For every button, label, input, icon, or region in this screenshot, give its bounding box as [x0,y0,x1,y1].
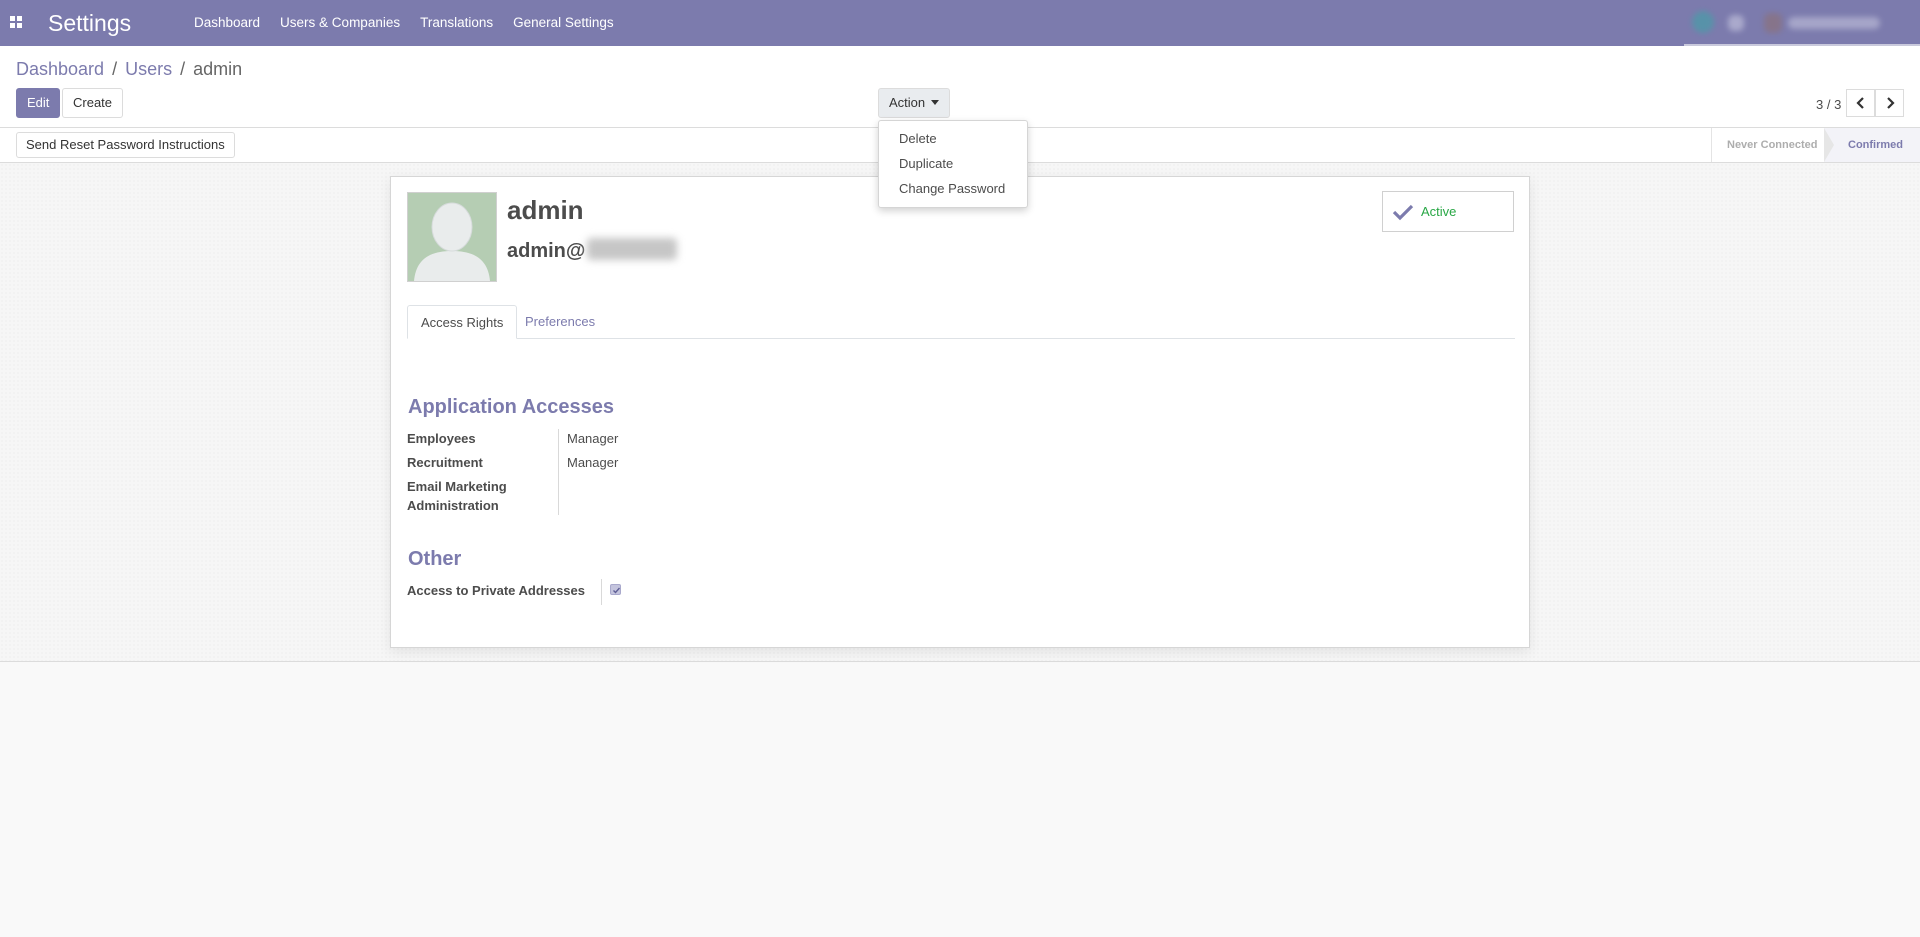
breadcrumb-separator: / [112,59,118,79]
field-label-employees: Employees [407,431,476,446]
notebook-tabs: Access Rights Preferences [407,305,1515,339]
redacted-email-domain [587,238,678,260]
user-login-prefix: admin@ [507,240,586,262]
active-label: Active [1421,204,1457,219]
app-title: Settings [48,10,132,36]
check-icon [1392,204,1414,221]
tab-access-rights[interactable]: Access Rights [407,305,518,339]
menu-item-duplicate[interactable]: Duplicate [899,156,953,171]
systray-chat-icon[interactable] [1692,11,1714,33]
breadcrumb-dashboard[interactable]: Dashboard [16,59,104,79]
main-menu: Dashboard Users & Companies Translations… [184,0,624,46]
user-name: admin [507,195,584,225]
field-value-employees: Manager [567,431,619,446]
chevron-right-icon [1887,97,1895,109]
form-sheet: admin admin@ Access Rights Preferences A… [390,176,1530,648]
pager-next-button[interactable] [1875,89,1904,117]
field-value-recruitment: Manager [567,455,619,470]
action-dropdown-button[interactable]: Action [878,88,951,118]
user-avatar-image[interactable] [407,192,497,282]
create-button[interactable]: Create [62,88,124,118]
pager-previous-button[interactable] [1846,89,1875,117]
systray [1690,9,1920,37]
menu-item-translations[interactable]: Translations [410,0,503,46]
control-panel: Dashboard / Users / admin Edit Create Action… [0,46,1920,128]
breadcrumb-current: admin [193,59,243,79]
user-menu[interactable] [1788,17,1880,29]
action-label: Action [889,95,926,110]
action-dropdown-menu: Delete Duplicate Change Password [878,120,1028,208]
menu-item-change-password[interactable]: Change Password [899,181,1005,196]
breadcrumb-separator: / [180,59,186,79]
stage-never-connected: Never Connected [1727,139,1818,151]
menu-item-general-settings[interactable]: General Settings [503,0,624,46]
field-label-private-addresses: Access to Private Addresses [407,583,586,598]
apps-grid-icon[interactable] [10,16,23,29]
section-other: Other [408,548,462,570]
caret-down-icon [931,100,940,105]
breadcrumb-users[interactable]: Users [125,59,172,79]
menu-item-dashboard[interactable]: Dashboard [184,0,270,46]
pager-value[interactable]: 3 / 3 [1816,90,1841,120]
private-addresses-checkbox[interactable] [610,584,621,595]
user-login: admin@ [507,238,678,263]
menu-item-users-companies[interactable]: Users & Companies [270,0,410,46]
stage-arrow [1824,128,1834,162]
field-separator [558,429,559,515]
tab-preferences[interactable]: Preferences [512,305,608,338]
menu-item-delete[interactable]: Delete [899,131,937,146]
top-navbar: Settings Dashboard Users & Companies Tra… [0,0,1920,46]
field-label-recruitment: Recruitment [407,455,483,470]
send-reset-password-button[interactable]: Send Reset Password Instructions [16,132,235,158]
section-application-accesses: Application Accesses [408,396,615,418]
status-stages: Never Connected Confirmed [1711,128,1920,162]
user-placeholder-icon [408,193,496,281]
active-toggle-button[interactable]: Active [1382,191,1514,232]
systray-activity-icon[interactable] [1728,15,1744,31]
chevron-left-icon [1856,97,1864,109]
edit-button[interactable]: Edit [16,88,61,118]
field-label-email-marketing: Email Marketing Administration [407,479,507,513]
user-avatar[interactable] [1764,13,1782,33]
checkmark-icon [613,587,621,594]
field-separator [601,579,602,605]
breadcrumb: Dashboard / Users / admin [16,57,242,81]
stage-confirmed: Confirmed [1848,139,1903,151]
